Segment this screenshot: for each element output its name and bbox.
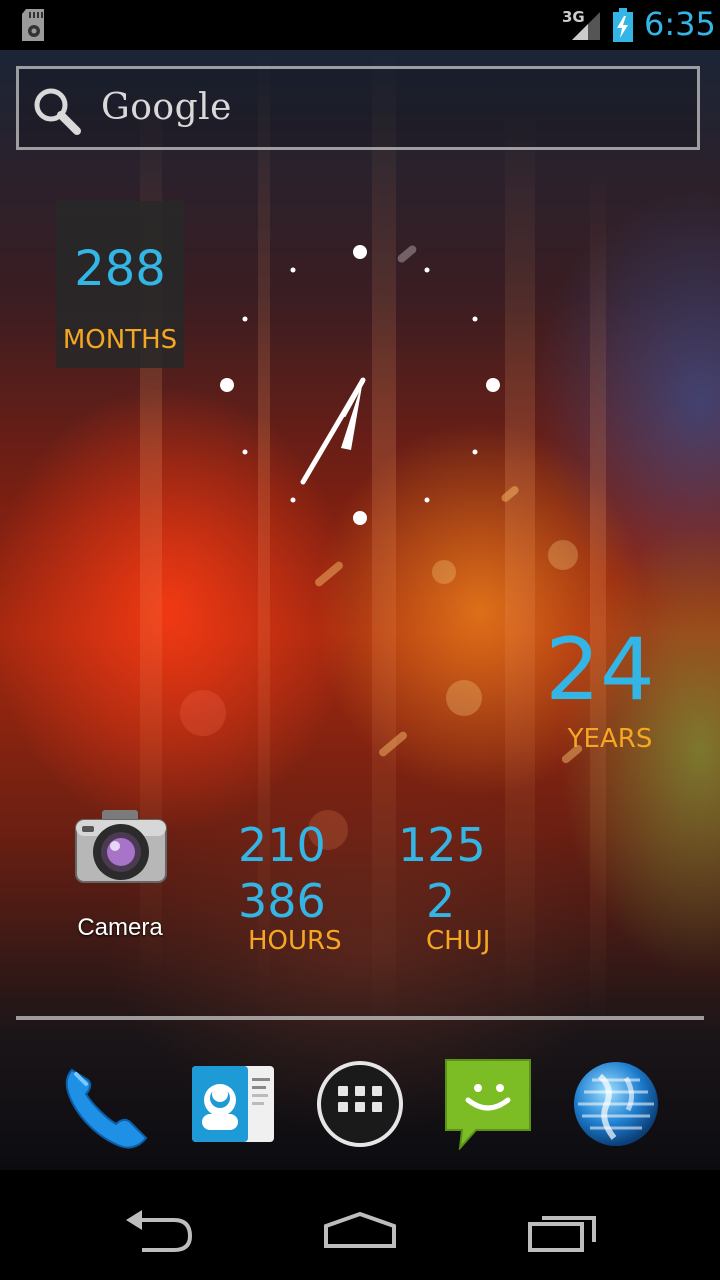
phone-icon <box>65 1068 148 1149</box>
messaging-icon <box>445 1059 531 1152</box>
status-time: 6:35 <box>644 5 716 43</box>
app-drawer-button[interactable] <box>314 1058 406 1150</box>
sdcard-icon <box>22 9 44 41</box>
status-bar: 3G 6:35 <box>0 0 720 50</box>
months-widget[interactable]: 288 MONTHS <box>56 201 184 368</box>
dock-divider <box>16 1016 704 1020</box>
camera-icon <box>75 810 167 883</box>
camera-label: Camera <box>77 914 163 941</box>
dock-phone-button[interactable] <box>58 1058 150 1150</box>
hours-label: HOURS <box>248 926 342 956</box>
chuj-label: CHUJ <box>426 926 491 956</box>
chuj-value-2[interactable]: 2 <box>426 874 455 928</box>
years-value[interactable]: 24 <box>540 620 660 720</box>
dock-contacts-button[interactable] <box>186 1058 278 1150</box>
hours-value-1[interactable]: 210 <box>238 818 326 872</box>
home-icon[interactable] <box>322 1206 398 1256</box>
dock-messaging-button[interactable] <box>442 1058 534 1152</box>
hours-value-2[interactable]: 386 <box>238 874 326 928</box>
battery-charging-icon <box>613 8 633 42</box>
search-icon <box>34 88 81 135</box>
contacts-icon <box>192 1066 274 1142</box>
chuj-value-1[interactable]: 125 <box>398 818 486 872</box>
app-drawer-icon <box>317 1061 403 1147</box>
dock-browser-button[interactable] <box>570 1058 662 1150</box>
years-label: YEARS <box>567 724 653 754</box>
browser-icon <box>574 1062 658 1146</box>
months-label: MONTHS <box>62 325 178 355</box>
months-value: 288 <box>74 241 166 297</box>
google-search-bar[interactable]: Google <box>16 66 700 150</box>
google-logo-text: Google <box>101 87 232 128</box>
signal-icon <box>572 12 600 40</box>
back-icon[interactable] <box>122 1206 198 1256</box>
camera-app-shortcut[interactable]: Camera <box>60 800 180 950</box>
recent-apps-icon[interactable] <box>524 1206 600 1256</box>
analog-clock-widget[interactable] <box>215 240 505 530</box>
